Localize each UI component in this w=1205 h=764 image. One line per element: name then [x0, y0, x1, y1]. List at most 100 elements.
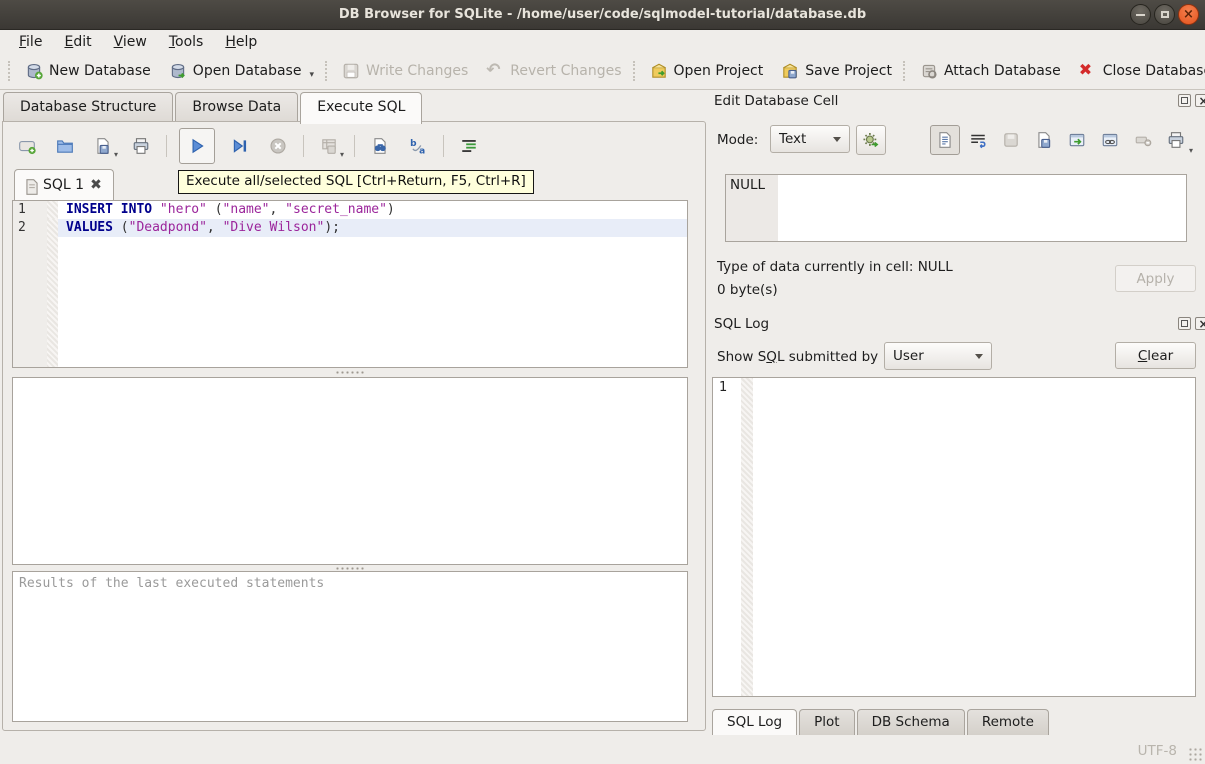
open-in-external-app-button[interactable]	[1062, 125, 1092, 155]
sql-tab-close-icon[interactable]: ✖	[90, 177, 102, 193]
resize-grip[interactable]	[1189, 748, 1203, 762]
maximize-button[interactable]	[1154, 4, 1175, 25]
find-replace-button[interactable]: ba	[405, 133, 431, 159]
save-project-icon	[781, 62, 799, 80]
dock-float-button[interactable]	[1178, 317, 1191, 330]
minimize-button[interactable]	[1130, 4, 1151, 25]
revert-changes-button[interactable]: ↶ Revert Changes	[477, 57, 630, 85]
print-sql-button[interactable]	[128, 133, 154, 159]
dock-tab-db-schema[interactable]: DB Schema	[857, 709, 965, 735]
tab-database-structure[interactable]: Database Structure	[3, 92, 173, 124]
sql-log-view[interactable]: 1	[712, 377, 1196, 697]
execute-tooltip: Execute all/selected SQL [Ctrl+Return, F…	[178, 170, 534, 194]
sql-log-filter-label: Show SQL submitted by	[717, 349, 878, 365]
format-sql-button[interactable]	[456, 133, 482, 159]
dock-float-button[interactable]	[1178, 94, 1191, 107]
dock-close-button[interactable]	[1195, 317, 1205, 330]
dock-tab-plot[interactable]: Plot	[799, 709, 854, 735]
open-database-label: Open Database	[193, 63, 302, 79]
mode-combobox[interactable]: Text	[770, 125, 850, 153]
import-icon	[1002, 131, 1020, 149]
status-bar: UTF-8	[0, 737, 1205, 764]
new-database-label: New Database	[49, 63, 151, 79]
results-message-pane[interactable]: Results of the last executed statements	[12, 571, 688, 722]
chevron-down-icon	[975, 354, 983, 359]
sql-document-tab[interactable]: SQL 1 ✖	[14, 169, 114, 200]
revert-changes-label: Revert Changes	[510, 63, 621, 79]
execute-current-line-button[interactable]	[227, 133, 253, 159]
edit-cell-dock-buttons	[1178, 94, 1205, 107]
close-database-label: Close Database	[1103, 63, 1205, 79]
open-database-button[interactable]: Open Database ▾	[160, 57, 323, 85]
close-database-button[interactable]: ✖ Close Database	[1070, 57, 1205, 85]
splitter-handle-icon	[335, 567, 365, 570]
toolbar-separator	[354, 135, 355, 157]
write-changes-button[interactable]: Write Changes	[333, 57, 477, 85]
tab-browse-data[interactable]: Browse Data	[175, 92, 298, 124]
find-button[interactable]	[367, 133, 393, 159]
cell-value-gutter: NULL	[726, 175, 778, 241]
clear-log-button[interactable]: Clear	[1115, 342, 1196, 369]
print-cell-button[interactable]	[1161, 125, 1191, 155]
save-file-dropdown-icon[interactable]: ▾	[114, 150, 118, 159]
save-project-button[interactable]: Save Project	[772, 57, 901, 85]
new-database-icon	[25, 62, 43, 80]
export-data-button[interactable]	[1029, 125, 1059, 155]
dock-tab-remote[interactable]: Remote	[967, 709, 1049, 735]
menu-help[interactable]: Help	[216, 32, 266, 52]
word-wrap-button[interactable]	[963, 125, 993, 155]
close-button[interactable]: ×	[1178, 4, 1199, 25]
maximize-icon	[1161, 11, 1169, 18]
new-sql-tab-button[interactable]	[14, 133, 40, 159]
text-mode-button[interactable]	[930, 125, 960, 155]
encoding-indicator[interactable]: UTF-8	[1138, 743, 1177, 759]
tab-execute-sql[interactable]: Execute SQL	[300, 92, 422, 124]
stop-execution-button[interactable]	[265, 133, 291, 159]
dock-tab-sql-log[interactable]: SQL Log	[712, 709, 797, 735]
fold-margin	[47, 201, 58, 219]
menu-view[interactable]: View	[105, 32, 156, 52]
cell-value-editor[interactable]: NULL	[725, 174, 1187, 242]
attach-database-label: Attach Database	[944, 63, 1061, 79]
new-database-button[interactable]: New Database	[16, 57, 160, 85]
import-dropdown-icon[interactable]: ▾	[1189, 146, 1193, 155]
word-wrap-icon	[969, 131, 987, 149]
editor-splitter[interactable]	[12, 368, 688, 376]
auto-apply-gear-icon	[862, 131, 880, 149]
fold-margin	[47, 219, 58, 237]
execute-sql-button[interactable]	[179, 128, 215, 164]
save-results-button[interactable]: ▾	[316, 133, 342, 159]
open-sql-file-button[interactable]	[52, 133, 78, 159]
line-number: 1	[13, 201, 47, 219]
results-grid-pane[interactable]	[12, 377, 688, 565]
line-number: 2	[13, 219, 47, 237]
sql-code-editor[interactable]: 1 INSERT INTO "hero" ("name", "secret_na…	[12, 200, 688, 368]
save-sql-file-button[interactable]: ▾	[90, 133, 116, 159]
main-toolbar: New Database Open Database ▾ Write Chang…	[0, 53, 1205, 90]
import-data-button[interactable]: ▾	[996, 125, 1026, 155]
menu-tools[interactable]: Tools	[160, 32, 213, 52]
print-icon	[1167, 131, 1185, 149]
dock-close-button[interactable]	[1195, 94, 1205, 107]
set-null-button[interactable]	[1128, 125, 1158, 155]
splitter-handle-icon	[335, 371, 365, 374]
auto-apply-button[interactable]	[856, 125, 886, 155]
cell-link-button[interactable]	[1095, 125, 1125, 155]
menu-edit[interactable]: Edit	[55, 32, 100, 52]
save-results-dropdown-icon[interactable]: ▾	[340, 150, 344, 159]
export-icon	[1035, 131, 1053, 149]
open-project-button[interactable]: Open Project	[641, 57, 773, 85]
set-null-icon	[1134, 131, 1152, 149]
sql-log-filter-value: User	[893, 348, 924, 364]
menu-file[interactable]: File	[10, 32, 51, 52]
mode-label: Mode:	[717, 132, 758, 148]
apply-button[interactable]: Apply	[1115, 265, 1196, 292]
attach-database-button[interactable]: Attach Database	[911, 57, 1070, 85]
code-text: VALUES ("Deadpond", "Dive Wilson");	[58, 219, 687, 237]
edit-cell-dock-title: Edit Database Cell	[714, 93, 838, 109]
sql-log-filter-combobox[interactable]: User	[884, 342, 992, 370]
open-database-dropdown-icon[interactable]: ▾	[309, 70, 314, 80]
open-file-icon	[56, 137, 74, 155]
sql-log-dock-buttons	[1178, 317, 1205, 330]
menubar: File Edit View Tools Help	[0, 30, 1205, 53]
